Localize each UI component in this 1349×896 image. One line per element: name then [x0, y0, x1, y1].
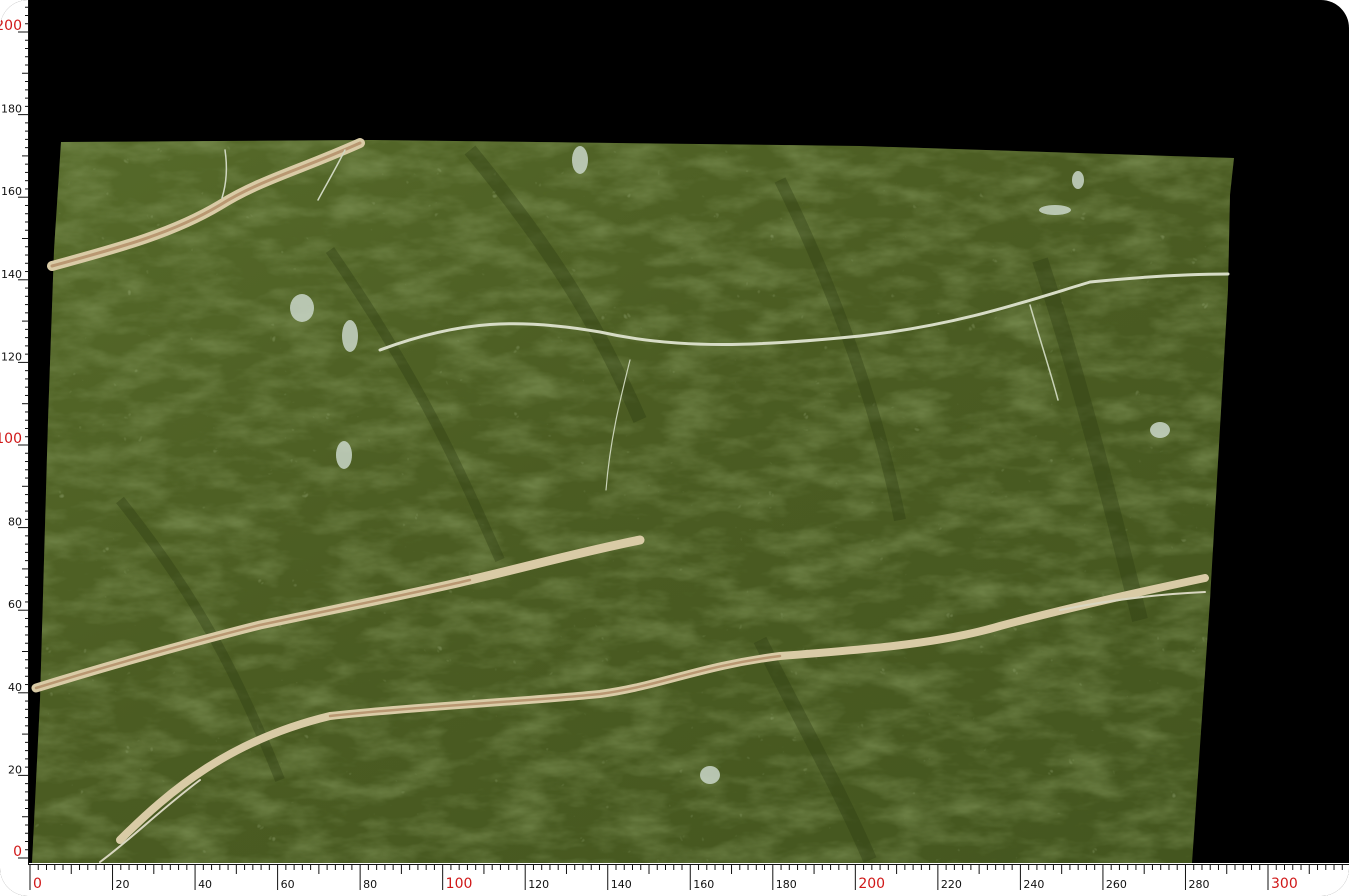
vertical-ruler-label: 0	[13, 844, 22, 860]
horizontal-ruler-label: 20	[116, 878, 130, 891]
horizontal-ruler-label: 80	[363, 878, 377, 891]
vertical-ruler-label: 100	[0, 431, 22, 447]
slab-photo-frame: 0 20 40 60 80 100 120 140 160 180 200 0 20 40 60 80 100…	[0, 0, 1349, 896]
vertical-ruler-label: 140	[1, 268, 22, 281]
horizontal-ruler-label: 260	[1106, 878, 1127, 891]
horizontal-ruler-label: 280	[1188, 878, 1209, 891]
vertical-ruler-label: 160	[1, 185, 22, 198]
vertical-ruler-label: 20	[8, 763, 22, 776]
marble-slab	[31, 138, 1234, 863]
horizontal-ruler-ticks: 0 20 40 60 80 100 120 140 160 180 200 220 240 260 280 3…	[29, 864, 1343, 892]
horizontal-ruler-label: 220	[941, 878, 962, 891]
vertical-ruler-label: 200	[0, 18, 22, 34]
horizontal-ruler-label: 0	[33, 876, 42, 892]
horizontal-ruler-label: 140	[611, 878, 632, 891]
vertical-ruler-label: 80	[8, 516, 22, 529]
horizontal-ruler-label: 300	[1271, 876, 1298, 892]
horizontal-ruler-label: 240	[1023, 878, 1044, 891]
horizontal-ruler-label: 180	[776, 878, 797, 891]
vertical-ruler-ticks: 0 20 40 60 80 100 120 140 160 180 200	[0, 6, 29, 860]
horizontal-ruler-label: 160	[693, 878, 714, 891]
vertical-ruler-label: 40	[8, 681, 22, 694]
vertical-ruler-label: 180	[1, 103, 22, 116]
horizontal-ruler-label: 40	[198, 878, 212, 891]
slab-speckle	[32, 140, 1234, 863]
horizontal-ruler-label: 60	[281, 878, 295, 891]
scene-canvas: 0 20 40 60 80 100 120 140 160 180 200 0 20 40 60 80 100…	[0, 0, 1349, 892]
horizontal-ruler-label: 200	[858, 876, 885, 892]
vertical-ruler-label: 60	[8, 598, 22, 611]
vertical-ruler-label: 120	[1, 350, 22, 363]
horizontal-ruler-label: 100	[446, 876, 473, 892]
horizontal-ruler-label: 120	[528, 878, 549, 891]
